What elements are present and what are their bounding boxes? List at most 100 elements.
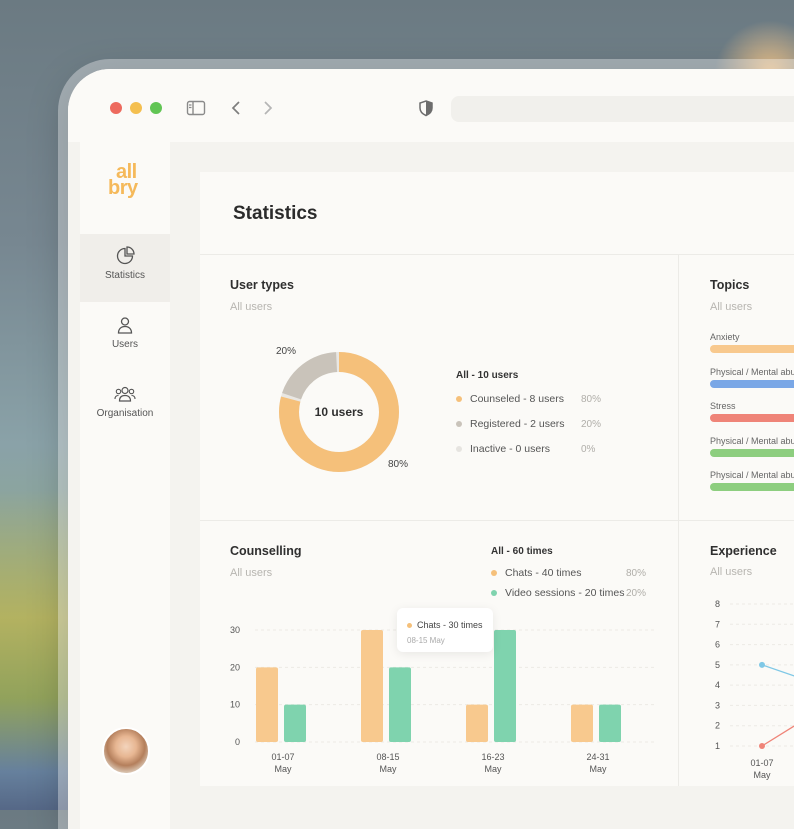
divider <box>200 254 794 255</box>
user-avatar[interactable] <box>102 727 150 775</box>
counselling-title: Counselling <box>230 544 302 558</box>
topic-bar <box>710 414 794 422</box>
tooltip-subtitle: 08-15 May <box>407 636 445 645</box>
experience-title: Experience <box>710 544 777 558</box>
counselling-subtitle: All users <box>230 567 273 579</box>
x-tick-sublabel: May <box>753 770 771 780</box>
legend-item-inactive: Inactive - 0 users <box>456 443 550 455</box>
experience-series-line <box>761 725 794 747</box>
legend-item-counseled: Counseled - 8 users <box>456 393 564 405</box>
browser-window: all bry Statistics Users Organisation St… <box>68 69 794 829</box>
app-area: all bry Statistics Users Organisation St… <box>68 142 794 829</box>
y-tick-label: 5 <box>715 660 720 670</box>
sidebar-item-label: Statistics <box>104 270 145 281</box>
y-tick-label: 6 <box>715 640 720 650</box>
topic-bar <box>710 483 794 491</box>
legend-pct: 0% <box>581 444 596 455</box>
donut-pct-registered: 20% <box>276 346 297 357</box>
y-tick-label: 2 <box>715 721 720 731</box>
sidebar-item-statistics[interactable]: Statistics <box>80 234 170 302</box>
y-tick-label: 1 <box>715 741 720 751</box>
address-bar[interactable] <box>451 96 794 122</box>
privacy-shield-icon[interactable] <box>415 97 437 119</box>
y-tick-label: 3 <box>715 700 720 710</box>
user-types-title: User types <box>230 278 294 292</box>
sidebar-item-label: Users <box>111 339 139 350</box>
y-tick-label: 8 <box>715 599 720 609</box>
donut-center-label: 10 users <box>314 405 364 419</box>
counselling-legend-head: All - 60 times <box>491 546 553 557</box>
minimize-window-button[interactable] <box>130 102 142 114</box>
sidebar-item-users[interactable]: Users <box>80 303 170 371</box>
bar-chats[interactable] <box>466 704 488 742</box>
topic-label: Physical / Mental abu <box>710 470 794 480</box>
topic-bar <box>710 380 794 388</box>
user-types-subtitle: All users <box>230 301 273 313</box>
sidebar-item-label: Organisation <box>96 408 154 419</box>
bar-chats[interactable] <box>256 667 278 742</box>
sidebar-item-organisation[interactable]: Organisation <box>80 372 170 440</box>
topics-subtitle: All users <box>710 301 753 313</box>
sidebar: all bry Statistics Users Organisation <box>80 142 170 829</box>
legend-dot <box>456 396 462 403</box>
legend-pct: 20% <box>581 419 602 430</box>
topics-title: Topics <box>710 278 750 292</box>
donut-pct-counseled: 80% <box>388 459 409 470</box>
user-icon <box>117 317 133 334</box>
bar-chats[interactable] <box>361 630 383 742</box>
experience-subtitle: All users <box>710 566 753 578</box>
y-tick-label: 0 <box>235 737 240 747</box>
experience-series-line <box>761 664 794 677</box>
y-tick-label: 30 <box>230 625 240 635</box>
statistics-panel: Statistics User types All users 10 users… <box>200 172 794 786</box>
users-group-icon <box>114 386 136 402</box>
pie-chart-icon <box>116 246 135 265</box>
maximize-window-button[interactable] <box>150 102 162 114</box>
close-window-button[interactable] <box>110 102 122 114</box>
legend-pct: 80% <box>626 568 647 579</box>
experience-point[interactable] <box>759 661 765 668</box>
experience-point[interactable] <box>759 743 765 749</box>
forward-arrow-icon[interactable] <box>256 97 278 119</box>
x-tick-sublabel: May <box>379 764 397 774</box>
x-tick-sublabel: May <box>484 764 502 774</box>
x-tick-label: 08-15 <box>376 752 399 762</box>
bar-video-sessions[interactable] <box>494 630 516 742</box>
x-tick-sublabel: May <box>589 764 607 774</box>
experience-line-chart: 1 2 3 4 5 6 7 8 01-07 May <box>715 599 794 780</box>
allbry-logo: all bry <box>108 161 138 199</box>
bar-chats[interactable] <box>571 704 593 742</box>
legend-dot <box>407 623 412 629</box>
topic-bar <box>710 449 794 457</box>
topic-label: Stress <box>710 401 736 411</box>
y-tick-label: 10 <box>230 700 240 710</box>
legend-item-video-sessions: Video sessions - 20 times <box>491 587 624 599</box>
bar-video-sessions[interactable] <box>284 704 306 742</box>
back-arrow-icon[interactable] <box>226 97 248 119</box>
legend-dot <box>491 570 497 577</box>
topic-label: Physical / Mental abu <box>710 367 794 377</box>
x-tick-label: 24-31 <box>586 752 609 762</box>
y-tick-label: 7 <box>715 619 720 629</box>
y-tick-label: 4 <box>715 680 720 690</box>
x-tick-label: 01-07 <box>271 752 294 762</box>
browser-titlebar <box>68 69 794 142</box>
legend-pct: 80% <box>581 394 602 405</box>
page-title: Statistics <box>233 203 318 224</box>
bar-video-sessions[interactable] <box>389 667 411 742</box>
y-tick-label: 20 <box>230 662 240 672</box>
legend-item-chats: Chats - 40 times <box>491 567 581 579</box>
user-types-legend-head: All - 10 users <box>456 370 519 381</box>
legend-dot <box>491 590 497 597</box>
sidebar-toggle-icon[interactable] <box>185 97 207 119</box>
chart-tooltip: Chats - 30 times 08-15 May <box>397 608 493 652</box>
x-tick-sublabel: May <box>274 764 292 774</box>
tooltip-title: Chats - 30 times <box>407 620 483 630</box>
x-tick-label: 01-07 <box>750 758 773 768</box>
bar-video-sessions[interactable] <box>599 704 621 742</box>
legend-dot <box>456 421 462 428</box>
topic-label: Physical / Mental abu <box>710 436 794 446</box>
topic-label: Anxiety <box>710 332 740 342</box>
legend-dot <box>456 446 462 453</box>
divider <box>200 520 794 521</box>
